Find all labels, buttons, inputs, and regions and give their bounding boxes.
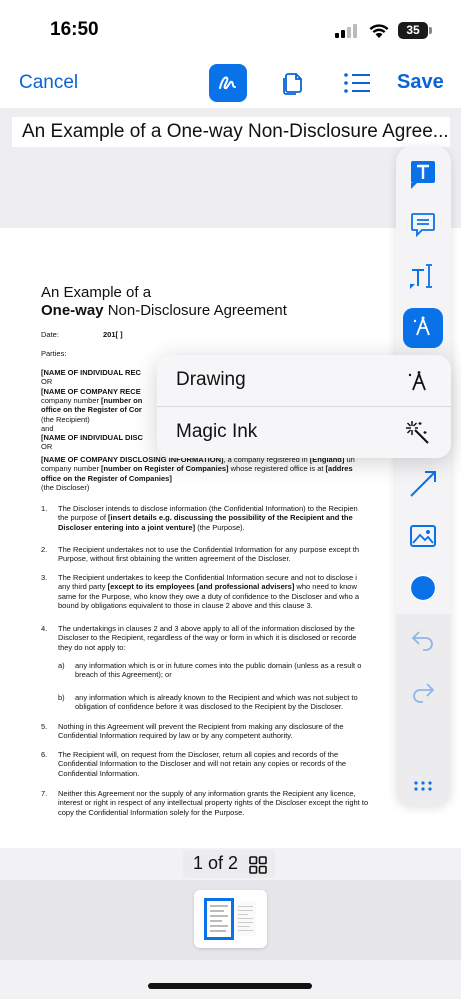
more-icon[interactable]: [403, 766, 443, 806]
page-indicator-text: 1 of 2: [193, 853, 239, 873]
clause-text-line: the purpose of [insert details e.g. disc…: [58, 513, 353, 523]
clause-text-line: Purpose, without first obtaining the wri…: [58, 554, 291, 564]
duplicate-pages-icon[interactable]: [273, 64, 311, 102]
line-arrow-icon[interactable]: [403, 464, 443, 504]
battery-level: 35: [398, 22, 428, 39]
clause-text-line: interest or right in respect of any inte…: [58, 798, 369, 808]
clause-text-line: any third party [except to its employees…: [58, 582, 357, 592]
battery-tip: [429, 27, 432, 34]
clause-text-line: Confidential Information to the Disclose…: [58, 759, 347, 769]
status-time: 16:50: [50, 19, 99, 40]
signal-icon: [335, 24, 361, 38]
discloser-l2-bold2: [addres: [325, 464, 353, 474]
page-indicator[interactable]: 1 of 2: [183, 850, 275, 878]
clause-text-line: Neither this Agreement nor the supply of…: [58, 789, 356, 798]
screen: 16:50 35 Cancel Save An Example of a One…: [0, 0, 461, 999]
clause-number: 6.: [41, 750, 48, 759]
clause-text-line: The Discloser intends to disclose inform…: [58, 504, 358, 513]
top-toolbar: Cancel Save: [0, 60, 461, 108]
comment-icon[interactable]: [403, 204, 443, 244]
discloser-l2-rest: whose registered office is at: [228, 464, 326, 474]
doc-heading-line1: An Example of a: [41, 284, 152, 301]
text-cursor-icon[interactable]: [403, 256, 443, 296]
redo-icon[interactable]: [403, 672, 443, 712]
color-picker-icon[interactable]: [403, 568, 443, 608]
save-button[interactable]: Save: [397, 71, 444, 94]
status-bar: 16:50 35: [0, 0, 461, 60]
drawing-mode-menu: Drawing Magic Ink: [157, 355, 451, 458]
clause-text-line: same for the Purpose, who know they owe …: [58, 591, 360, 601]
undo-icon[interactable]: [403, 620, 443, 660]
clause-number: 7.: [41, 789, 48, 798]
subclause-text-line: obligation of confidence before it was d…: [75, 702, 344, 712]
document-page[interactable]: An Example of a One-way Non-Disclosure A…: [0, 228, 461, 848]
list-icon[interactable]: [338, 64, 376, 102]
clause-text-line: The Recipient will, on request from the …: [58, 750, 339, 759]
discloser-l2-pre: company number: [41, 464, 102, 474]
menu-item-magic-ink[interactable]: Magic Ink: [157, 407, 451, 458]
pen-nib-icon[interactable]: [403, 308, 443, 348]
text-box-icon[interactable]: [403, 154, 443, 194]
clause-text-line: The Recipient undertakes not to use the …: [58, 545, 360, 554]
clause-text-line: they do not apply to:: [58, 642, 126, 652]
date-value: 201[ ]: [103, 330, 123, 339]
subclause-number: a): [58, 661, 65, 670]
clause-number: 2.: [41, 545, 48, 554]
magic-wand-icon: [406, 421, 429, 444]
menu-item-drawing-label: Drawing: [176, 369, 246, 390]
thumbnail-page-1[interactable]: [204, 898, 234, 940]
clause-text-line: The undertakings in clauses 2 and 3 abov…: [58, 624, 355, 633]
thumbnail-page-2[interactable]: [236, 902, 256, 936]
document-title-field[interactable]: An Example of a One-way Non-Disclosure A…: [12, 117, 450, 147]
heading-bold: One-way: [41, 302, 104, 319]
image-icon[interactable]: [403, 516, 443, 556]
page-thumbnail[interactable]: [194, 890, 267, 948]
doc-heading-line2: One-way Non-Disclosure Agreement: [41, 302, 287, 319]
home-indicator: [148, 983, 312, 989]
cancel-button[interactable]: Cancel: [19, 72, 78, 94]
subclause-text-line: any information which is already known t…: [75, 693, 358, 702]
subclause-text-line: any information which is or in future co…: [75, 661, 362, 670]
clause-text-line: Discloser entering into a joint venture]…: [58, 522, 245, 532]
date-label: Date:: [41, 330, 59, 339]
grid-icon[interactable]: [249, 856, 267, 874]
annotation-toolbar: [396, 146, 451, 806]
clause-number: 4.: [41, 624, 48, 633]
subclause-number: b): [58, 693, 65, 702]
markup-pen-icon[interactable]: [209, 64, 247, 102]
discloser-l3-bold: office on the Register of Companies]: [41, 473, 172, 483]
menu-item-drawing[interactable]: Drawing: [157, 355, 451, 406]
clause-text-line: Discloser to the Recipient, regardless o…: [58, 633, 357, 643]
clause-text-line: The Recipient undertakes to keep the Con…: [58, 573, 357, 582]
clause-text-line: Confidential Information required by law…: [58, 731, 293, 741]
clause-text-line: copy the Confidential Information solely…: [58, 807, 245, 817]
heading-rest: Non-Disclosure Agreement: [103, 302, 287, 319]
clause-number: 5.: [41, 722, 48, 731]
discloser-l2-bold: [number on Register of Companies]: [101, 464, 229, 474]
subclause-text-line: breach of this Agreement); or: [75, 670, 172, 680]
clause-number: 1.: [41, 504, 48, 513]
clause-number: 3.: [41, 573, 48, 582]
wifi-icon: [368, 22, 390, 44]
menu-item-magic-ink-label: Magic Ink: [176, 421, 258, 442]
clause-text-line: bound by obligations equivalent to those…: [58, 600, 313, 610]
clause-text-line: Nothing in this Agreement will prevent t…: [58, 722, 344, 731]
clause-text-line: Confidential Information.: [58, 768, 140, 778]
pen-nib-icon: [408, 371, 426, 391]
